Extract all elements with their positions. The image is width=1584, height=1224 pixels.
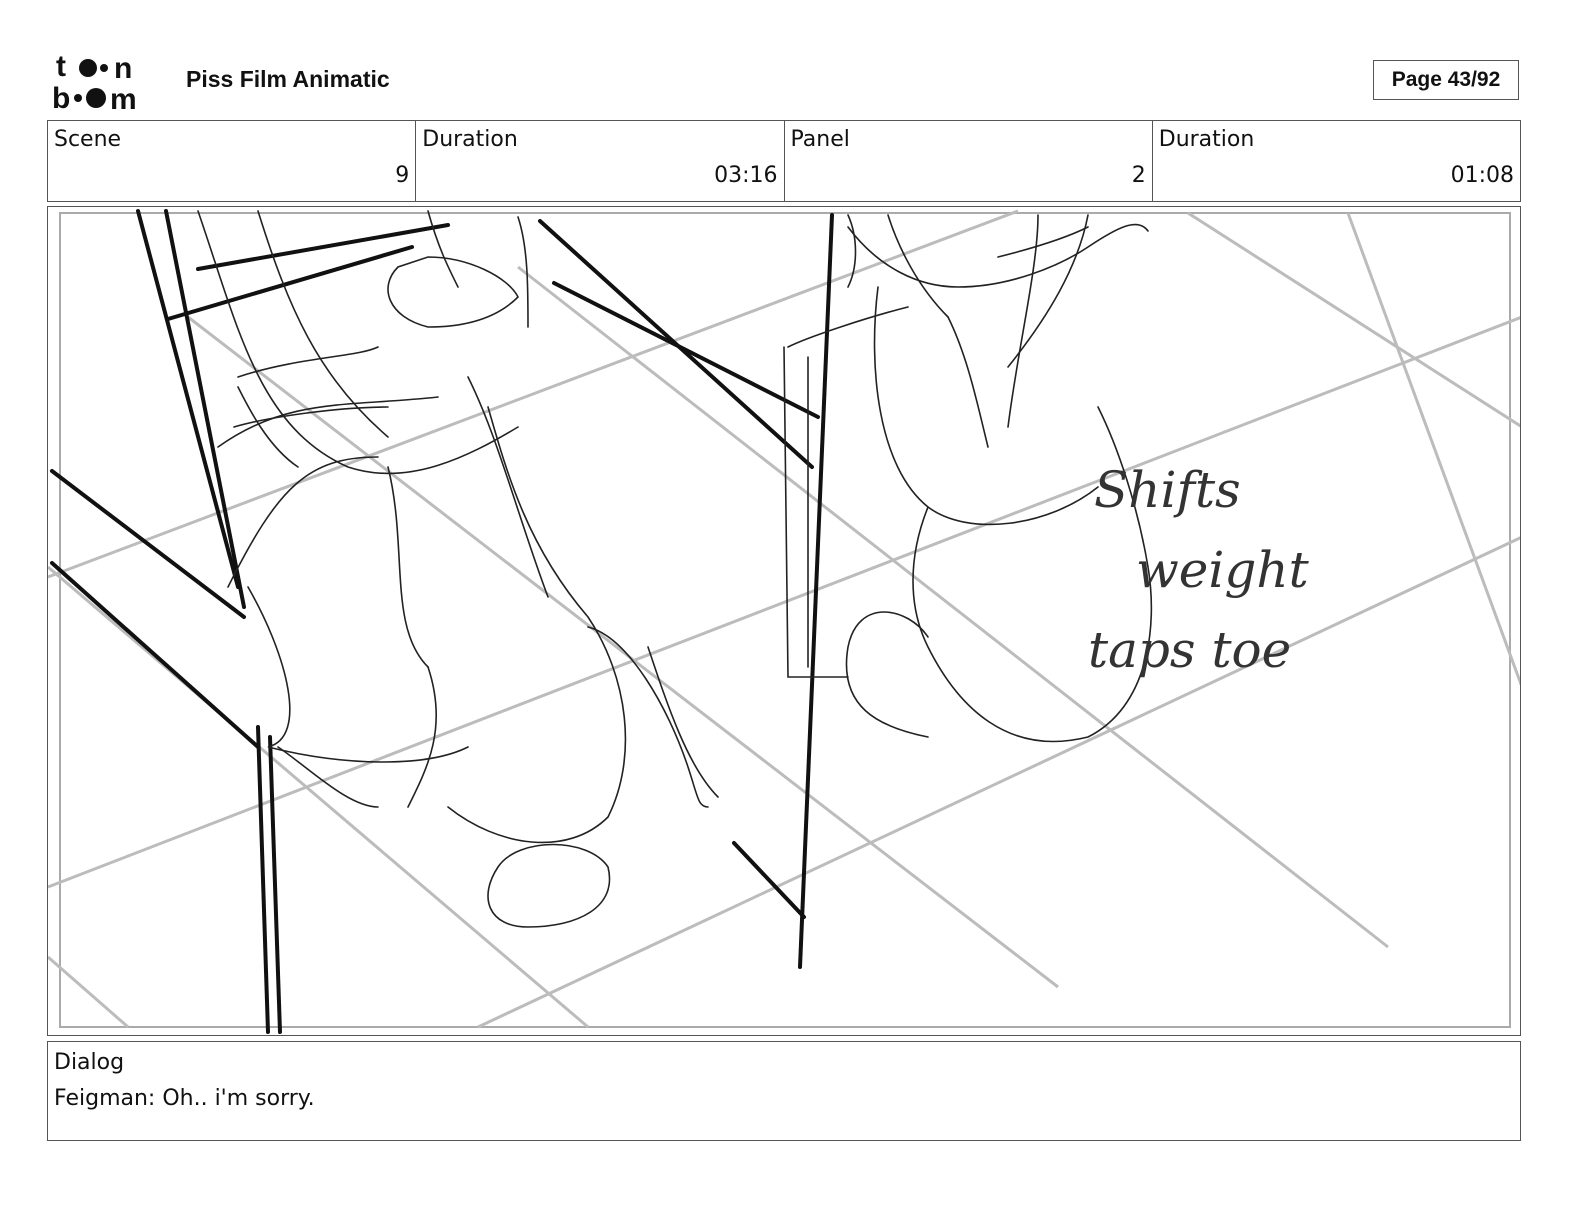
scene-label: Scene: [54, 127, 122, 152]
panel-value: 2: [1131, 163, 1146, 188]
toon-boom-logo: t n b m: [52, 52, 137, 112]
svg-text:n: n: [114, 52, 132, 85]
scene-duration-value: 03:16: [714, 163, 778, 188]
panel-cell: Panel 2: [785, 121, 1153, 201]
scene-duration-cell: Duration 03:16: [416, 121, 785, 201]
dialog-box: Dialog Feigman: Oh.. i'm sorry.: [47, 1041, 1521, 1141]
note-taps-toe: taps toe: [1088, 621, 1291, 679]
note-shifts: Shifts: [1094, 461, 1241, 519]
project-title: Piss Film Animatic: [186, 66, 390, 92]
dialog-text: Feigman: Oh.. i'm sorry.: [54, 1086, 315, 1111]
character-sketch: [197, 210, 1153, 928]
panel-label: Panel: [790, 127, 850, 152]
scene-cell: Scene 9: [48, 121, 417, 201]
storyboard-panel: Shifts weight taps toe: [47, 206, 1521, 1036]
panel-sketch: Shifts weight taps toe: [48, 209, 1520, 1034]
scene-info-table: Scene 9 Duration 03:16 Panel 2 Duration …: [47, 120, 1521, 202]
handwritten-notes: Shifts weight taps toe: [1088, 461, 1310, 679]
furniture-lines: [50, 209, 834, 1034]
scene-value: 9: [395, 163, 410, 188]
svg-text:t: t: [56, 52, 66, 83]
dialog-label: Dialog: [54, 1050, 125, 1075]
page-indicator: Page 43/92: [1373, 60, 1519, 100]
panel-duration-label: Duration: [1158, 127, 1255, 152]
svg-text:b: b: [52, 82, 70, 112]
scene-duration-label: Duration: [422, 127, 518, 152]
floor-grid: [48, 209, 1520, 1029]
svg-text:m: m: [110, 83, 137, 112]
panel-duration-cell: Duration 01:08: [1153, 121, 1520, 201]
panel-duration-value: 01:08: [1450, 163, 1514, 188]
note-weight: weight: [1136, 541, 1310, 599]
